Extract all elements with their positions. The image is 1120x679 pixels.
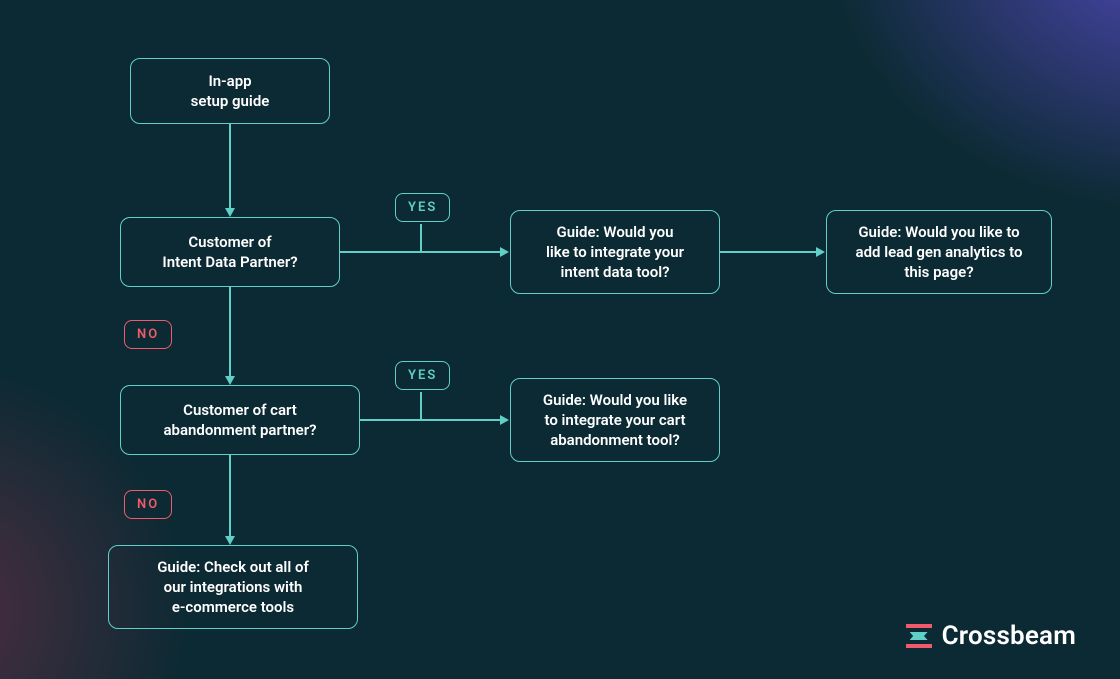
- label-no-1: NO: [124, 320, 172, 349]
- connector-start-down: [229, 124, 231, 208]
- arrow-intent-down: [225, 376, 235, 385]
- label-yes-2: YES: [395, 361, 450, 390]
- brand-name: Crossbeam: [942, 621, 1076, 651]
- label-no-2: NO: [124, 490, 172, 519]
- arrow-intent-right: [500, 247, 509, 257]
- connector-intent-down: [229, 287, 231, 376]
- connector-yes1-stub: [420, 224, 422, 252]
- node-q-intent: Customer ofIntent Data Partner?: [120, 217, 340, 287]
- node-g-intent: Guide: Would youlike to integrate yourin…: [510, 210, 720, 294]
- node-g-cart: Guide: Would you liketo integrate your c…: [510, 378, 720, 462]
- connector-cart-down: [229, 455, 231, 536]
- node-g-all: Guide: Check out all ofour integrations …: [108, 545, 358, 629]
- connector-cart-right: [360, 419, 500, 421]
- arrow-leadgen-right: [816, 247, 825, 257]
- brand-logo: Crossbeam: [906, 621, 1076, 651]
- node-start: In-appsetup guide: [130, 58, 330, 124]
- crossbeam-icon: [906, 623, 932, 649]
- arrow-cart-right: [500, 415, 509, 425]
- node-g-leadgen: Guide: Would you like toadd lead gen ana…: [826, 210, 1052, 294]
- label-yes-1: YES: [395, 193, 450, 222]
- arrow-start-down: [225, 208, 235, 217]
- connector-yes2-stub: [420, 392, 422, 420]
- arrow-cart-down: [225, 536, 235, 545]
- connector-leadgen-right: [720, 251, 816, 253]
- node-q-cart: Customer of cartabandonment partner?: [120, 385, 360, 455]
